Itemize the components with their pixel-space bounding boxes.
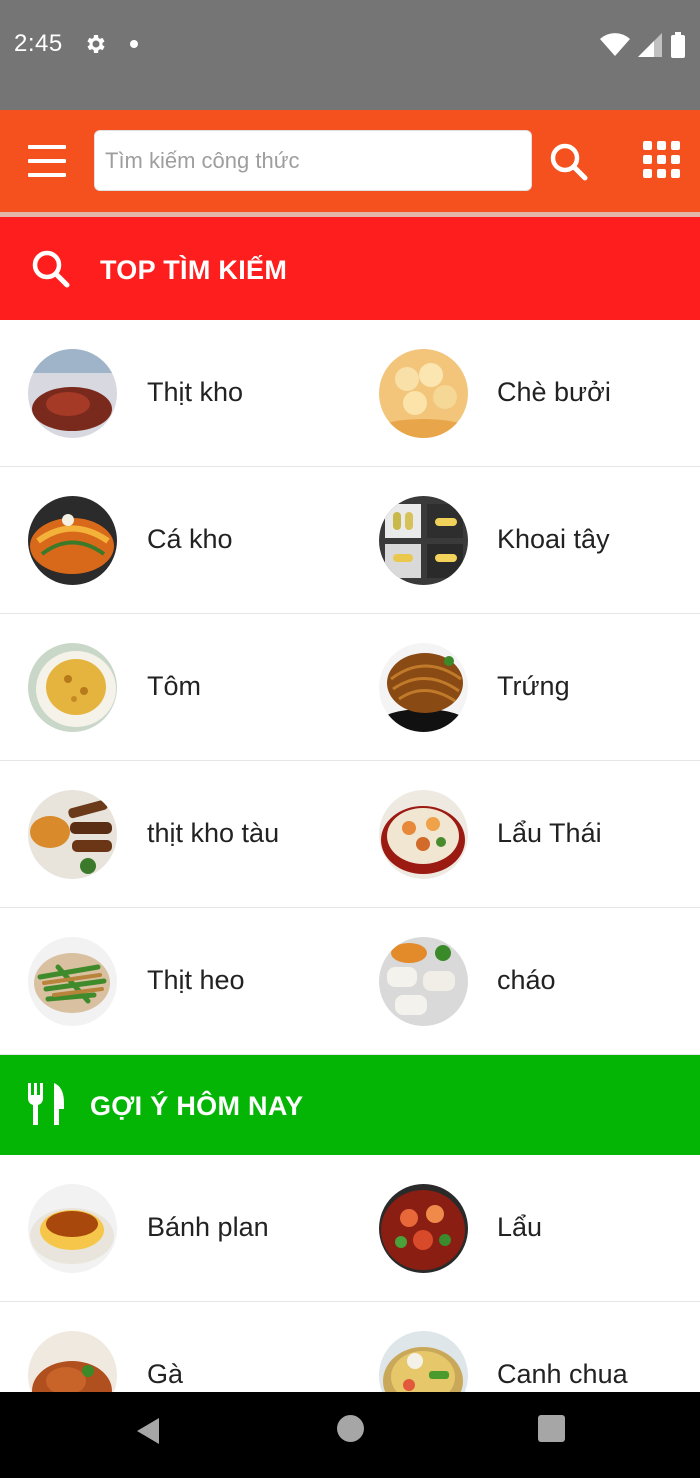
food-label: Tôm: [147, 671, 201, 701]
food-item[interactable]: Khoai tây: [350, 467, 700, 613]
cell-signal-icon: [638, 33, 662, 57]
food-item[interactable]: Thịt heo: [0, 908, 350, 1054]
grid-row: Thịt kho Chè bưởi: [0, 320, 700, 467]
food-item[interactable]: Lẩu Thái: [350, 761, 700, 907]
food-label: Thịt kho: [147, 377, 244, 407]
grid-row: thịt kho tàu Lẩu Thái: [0, 761, 700, 908]
food-item[interactable]: Thịt kho: [0, 320, 350, 466]
fork-knife-icon: [28, 1083, 64, 1125]
food-label: Cá kho: [147, 524, 233, 554]
home-icon[interactable]: [337, 1415, 364, 1442]
back-icon[interactable]: [133, 1416, 163, 1446]
search-input[interactable]: [95, 131, 531, 190]
food-label: Lẩu Thái: [497, 818, 602, 848]
food-item[interactable]: thịt kho tàu: [0, 761, 350, 907]
section-header-top-search: TOP TÌM KIẾM: [0, 217, 700, 320]
food-thumbnail: [379, 349, 468, 438]
food-item[interactable]: Tôm: [0, 614, 350, 760]
food-item[interactable]: Bánh plan: [0, 1155, 350, 1301]
app-bar: [0, 110, 700, 212]
search-icon[interactable]: [548, 141, 588, 181]
apps-grid-icon[interactable]: [643, 141, 681, 179]
grid-row: Bánh plan Lẩu: [0, 1155, 700, 1302]
food-thumbnail: [28, 496, 117, 585]
navigation-bar: [0, 1392, 700, 1478]
food-thumbnail: [28, 790, 117, 879]
food-item[interactable]: Lẩu: [350, 1155, 700, 1301]
wifi-icon: [600, 33, 630, 56]
food-thumbnail: [28, 349, 117, 438]
food-item[interactable]: Chè bưởi: [350, 320, 700, 466]
food-item[interactable]: Cá kho: [0, 467, 350, 613]
status-bar: 2:45: [0, 0, 700, 110]
menu-icon[interactable]: [28, 145, 66, 177]
grid-row: Tôm Trứng: [0, 614, 700, 761]
top-search-grid: Thịt kho Chè bưởi Cá kho Khoai tây Tôm T…: [0, 320, 700, 1055]
status-icons: [600, 32, 686, 58]
section-title: GỢI Ý HÔM NAY: [90, 1091, 304, 1121]
battery-icon: [671, 32, 685, 58]
section-header-suggest-today: GỢI Ý HÔM NAY: [0, 1055, 700, 1155]
notification-dot-icon: [130, 40, 138, 48]
food-label: Chè bưởi: [497, 377, 611, 407]
recents-icon[interactable]: [538, 1415, 565, 1442]
food-thumbnail: [379, 937, 468, 1026]
food-thumbnail: [28, 1184, 117, 1273]
food-label: Thịt heo: [147, 965, 245, 995]
grid-row: Cá kho Khoai tây: [0, 467, 700, 614]
food-thumbnail: [379, 790, 468, 879]
food-thumbnail: [28, 643, 117, 732]
food-item[interactable]: cháo: [350, 908, 700, 1054]
food-thumbnail: [379, 496, 468, 585]
food-label: thịt kho tàu: [147, 818, 280, 848]
food-item[interactable]: Trứng: [350, 614, 700, 760]
food-label: Canh chua: [497, 1359, 628, 1389]
section-title: TOP TÌM KIẾM: [100, 255, 288, 285]
food-label: Lẩu: [497, 1212, 543, 1242]
food-label: cháo: [497, 965, 556, 995]
gear-icon: [87, 35, 105, 53]
grid-row: Thịt heo cháo: [0, 908, 700, 1055]
food-label: Bánh plan: [147, 1212, 269, 1242]
food-label: Khoai tây: [497, 524, 610, 554]
food-label: Gà: [147, 1359, 184, 1389]
search-field[interactable]: [94, 130, 532, 191]
food-label: Trứng: [497, 671, 570, 701]
food-thumbnail: [28, 937, 117, 1026]
search-icon: [32, 250, 70, 288]
food-thumbnail: [379, 643, 468, 732]
food-thumbnail: [379, 1184, 468, 1273]
status-time: 2:45: [14, 30, 63, 57]
